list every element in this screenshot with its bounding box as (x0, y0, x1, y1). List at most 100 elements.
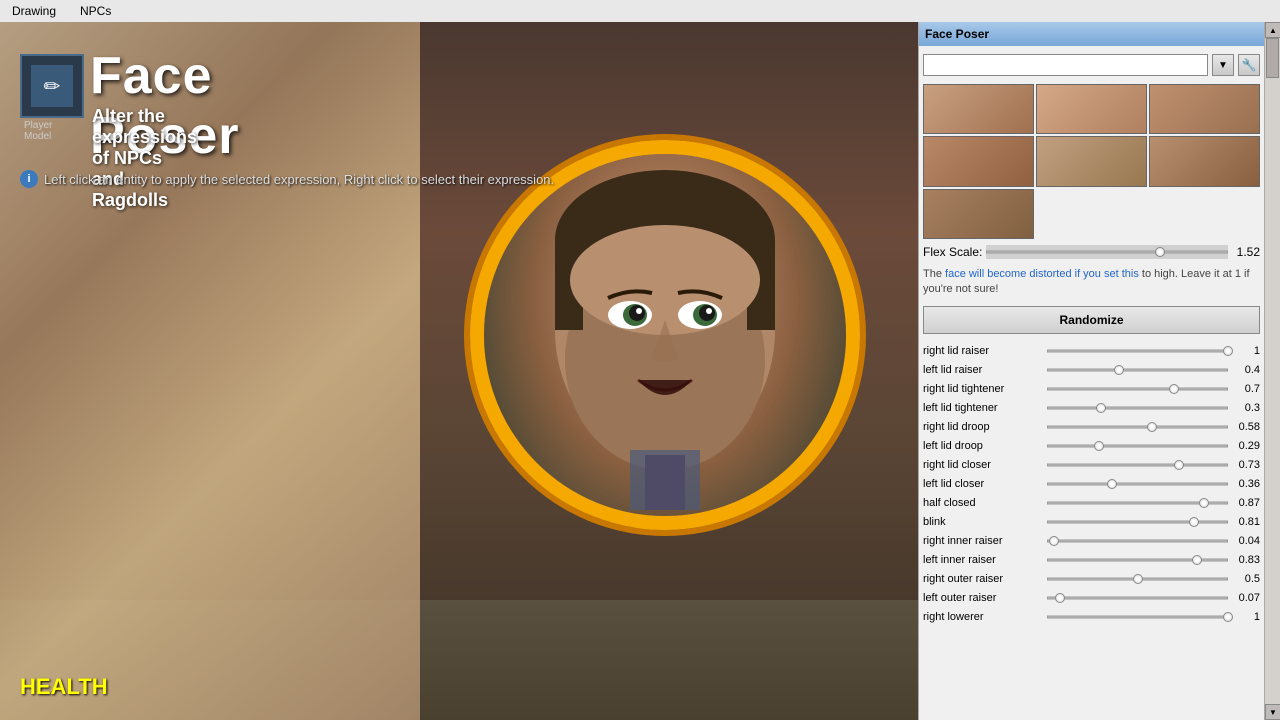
slider-value: 0.81 (1232, 516, 1260, 528)
slider-thumb (1094, 441, 1104, 451)
slider-value: 0.5 (1232, 573, 1260, 585)
slider-control[interactable] (1047, 382, 1228, 396)
slider-label: left outer raiser (923, 592, 1043, 604)
randomize-button[interactable]: Randomize (923, 306, 1260, 334)
slider-thumb (1049, 536, 1059, 546)
flex-scale-thumb (1155, 247, 1165, 257)
menu-npcs[interactable]: NPCs (76, 2, 115, 20)
menu-drawing[interactable]: Drawing (8, 2, 60, 20)
slider-value: 1 (1232, 345, 1260, 357)
slider-control[interactable] (1047, 344, 1228, 358)
slider-label: right outer raiser (923, 573, 1043, 585)
slider-track (1047, 482, 1228, 485)
slider-value: 0.07 (1232, 592, 1260, 604)
slider-value: 1 (1232, 611, 1260, 623)
slider-control[interactable] (1047, 458, 1228, 472)
slider-label: left inner raiser (923, 554, 1043, 566)
slider-row: right lid droop0.58 (923, 418, 1260, 436)
slider-label: right lowerer (923, 611, 1043, 623)
slider-row: left inner raiser0.83 (923, 551, 1260, 569)
info-text: Left click an entity to apply the select… (44, 172, 554, 187)
slider-control[interactable] (1047, 439, 1228, 453)
slider-control[interactable] (1047, 496, 1228, 510)
slider-value: 0.7 (1232, 383, 1260, 395)
slider-thumb (1096, 403, 1106, 413)
slider-control[interactable] (1047, 610, 1228, 624)
slider-control[interactable] (1047, 515, 1228, 529)
dropdown-arrow[interactable]: ▼ (1212, 54, 1234, 76)
slider-value: 0.73 (1232, 459, 1260, 471)
slider-label: right lid droop (923, 421, 1043, 433)
face-thumb-5[interactable] (1036, 136, 1147, 186)
expression-select[interactable] (923, 54, 1208, 76)
flex-scale-slider[interactable] (986, 245, 1228, 259)
slider-label: right lid tightener (923, 383, 1043, 395)
slider-value: 0.36 (1232, 478, 1260, 490)
face-svg (490, 160, 840, 510)
slider-row: right inner raiser0.04 (923, 532, 1260, 550)
slider-label: left lid raiser (923, 364, 1043, 376)
slider-track (1047, 425, 1228, 428)
menubar: Drawing NPCs (0, 0, 1280, 22)
slider-track (1047, 596, 1228, 599)
face-thumb-4[interactable] (923, 136, 1034, 186)
slider-control[interactable] (1047, 477, 1228, 491)
scroll-thumb[interactable] (1266, 38, 1279, 78)
slider-label: right lid raiser (923, 345, 1043, 357)
face-thumb-1[interactable] (923, 84, 1034, 134)
flex-scale-row: Flex Scale: 1.52 (923, 243, 1260, 261)
slider-track (1047, 463, 1228, 466)
scroll-up-button[interactable]: ▲ (1265, 22, 1280, 38)
slider-row: left outer raiser 0.07 (923, 589, 1260, 607)
flex-scale-track (986, 251, 1228, 254)
slider-control[interactable] (1047, 572, 1228, 586)
slider-control[interactable] (1047, 553, 1228, 567)
slider-control[interactable] (1047, 363, 1228, 377)
slider-control[interactable] (1047, 401, 1228, 415)
slider-thumb (1169, 384, 1179, 394)
slider-thumb (1133, 574, 1143, 584)
face-thumb-7[interactable] (923, 189, 1034, 239)
warning-text: The face will become distorted if you se… (923, 265, 1260, 302)
slider-label: blink (923, 516, 1043, 528)
slider-label: left lid droop (923, 440, 1043, 452)
panel-scrollbar: ▲ ▼ (1264, 22, 1280, 720)
slider-thumb (1055, 593, 1065, 603)
slider-track (1047, 539, 1228, 542)
slider-value: 0.29 (1232, 440, 1260, 452)
flex-scale-label: Flex Scale: (923, 245, 982, 259)
panel-content: ▼ 🔧 Flex Scale: 1.52 The face will becom… (919, 46, 1280, 720)
face-thumbnails-grid (923, 84, 1260, 239)
viewport: ✏ Face Poser Alter the expressions of NP… (0, 22, 918, 720)
slider-thumb (1223, 612, 1233, 622)
circle-viewport (470, 140, 860, 530)
slider-row: blink 0.81 (923, 513, 1260, 531)
slider-row: left lid closer0.36 (923, 475, 1260, 493)
slider-control[interactable] (1047, 591, 1228, 605)
slider-row: right lid closer0.73 (923, 456, 1260, 474)
tool-icon-inner: ✏ (31, 65, 73, 107)
slider-row: left lid droop 0.29 (923, 437, 1260, 455)
face-thumb-2[interactable] (1036, 84, 1147, 134)
slider-value: 0.4 (1232, 364, 1260, 376)
slider-row: right lid raiser 1 (923, 342, 1260, 360)
slider-row: half closed0.87 (923, 494, 1260, 512)
slider-thumb (1189, 517, 1199, 527)
tool-subtitle: Alter the expressions of NPCs and Ragdol… (92, 106, 197, 211)
slider-row: right lid tightener 0.7 (923, 380, 1260, 398)
pencil-icon: ✏ (44, 74, 61, 99)
face-thumb-3[interactable] (1149, 84, 1260, 134)
scroll-down-button[interactable]: ▼ (1265, 704, 1280, 720)
slider-thumb (1147, 422, 1157, 432)
slider-row: right outer raiser 0.5 (923, 570, 1260, 588)
face-thumb-6[interactable] (1149, 136, 1260, 186)
slider-label: right inner raiser (923, 535, 1043, 547)
slider-label: half closed (923, 497, 1043, 509)
slider-thumb (1223, 346, 1233, 356)
wrench-button[interactable]: 🔧 (1238, 54, 1260, 76)
slider-thumb (1192, 555, 1202, 565)
health-display: HEALTH (20, 674, 108, 700)
slider-row: left lid raiser 0.4 (923, 361, 1260, 379)
slider-control[interactable] (1047, 534, 1228, 548)
slider-control[interactable] (1047, 420, 1228, 434)
